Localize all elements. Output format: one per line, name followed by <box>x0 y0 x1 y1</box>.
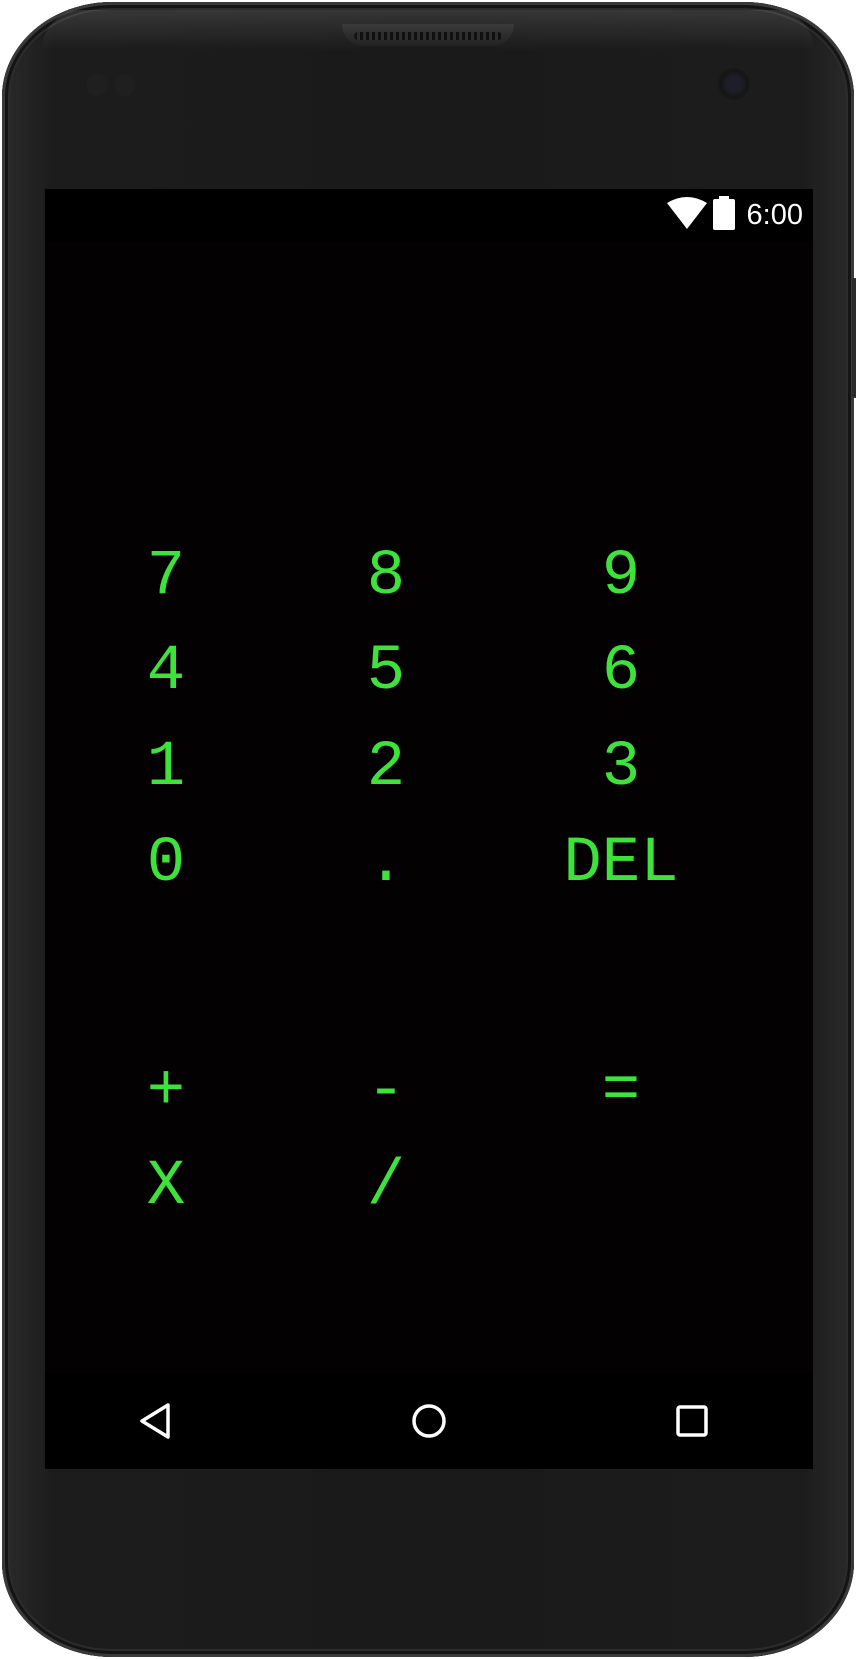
key-7[interactable]: 7 <box>66 529 266 625</box>
key-5[interactable]: 5 <box>286 624 486 720</box>
key-6[interactable]: 6 <box>521 624 721 720</box>
key-delete[interactable]: DEL <box>521 816 721 912</box>
key-2[interactable]: 2 <box>286 720 486 816</box>
key-minus[interactable]: - <box>286 1044 486 1140</box>
wifi-icon <box>666 196 707 234</box>
speaker-grill <box>354 32 502 40</box>
key-3[interactable]: 3 <box>521 720 721 816</box>
key-4[interactable]: 4 <box>66 624 266 720</box>
home-icon[interactable] <box>399 1391 459 1451</box>
screen: 6:00 7 8 9 4 5 6 1 2 3 0 . DEL + - = X / <box>45 189 813 1469</box>
key-multiply[interactable]: X <box>66 1139 266 1235</box>
back-icon[interactable] <box>126 1391 186 1451</box>
key-plus[interactable]: + <box>66 1044 266 1140</box>
key-equals[interactable]: = <box>521 1044 721 1140</box>
status-bar: 6:00 <box>45 189 813 241</box>
proximity-sensor <box>86 74 108 96</box>
key-9[interactable]: 9 <box>521 529 721 625</box>
recents-icon[interactable] <box>662 1391 722 1451</box>
navigation-bar <box>45 1373 813 1469</box>
battery-icon <box>712 195 735 235</box>
key-0[interactable]: 0 <box>66 816 266 912</box>
status-icons: 6:00 <box>666 195 803 235</box>
key-decimal[interactable]: . <box>286 816 486 912</box>
key-1[interactable]: 1 <box>66 720 266 816</box>
light-sensor <box>114 74 136 96</box>
front-camera <box>718 68 750 100</box>
key-8[interactable]: 8 <box>286 529 486 625</box>
status-time: 6:00 <box>746 198 803 231</box>
phone-frame: 6:00 7 8 9 4 5 6 1 2 3 0 . DEL + - = X / <box>2 2 856 1657</box>
power-button[interactable] <box>852 278 856 398</box>
key-divide[interactable]: / <box>286 1139 486 1235</box>
